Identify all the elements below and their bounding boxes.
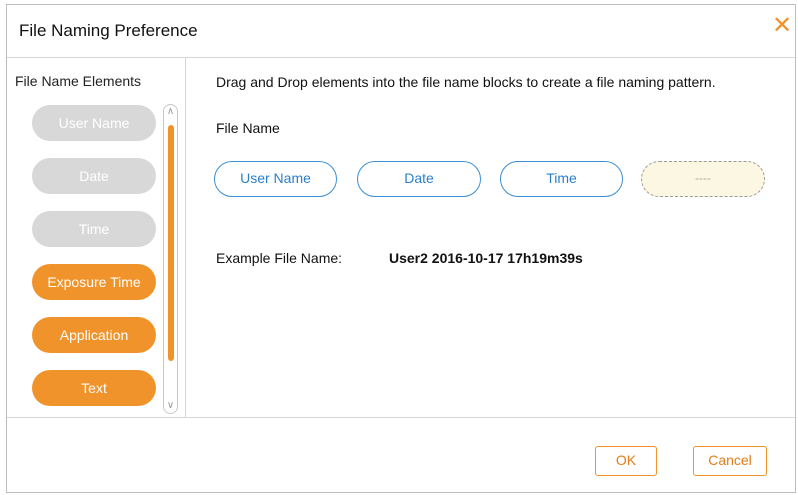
file-name-block-empty[interactable]: ----	[641, 161, 765, 197]
cancel-button[interactable]: Cancel	[693, 446, 767, 476]
file-name-block-time[interactable]: Time	[500, 161, 623, 197]
scroll-up-icon[interactable]: ∧	[164, 105, 177, 119]
dialog-footer: OK Cancel	[7, 417, 795, 492]
file-name-block-user-name[interactable]: User Name	[214, 161, 337, 197]
element-application[interactable]: Application	[32, 317, 156, 353]
scrollbar-thumb[interactable]	[168, 125, 174, 361]
instruction-text: Drag and Drop elements into the file nam…	[216, 74, 716, 90]
file-name-elements-panel: File Name Elements User Name Date Time E…	[7, 58, 186, 417]
file-naming-dialog: File Naming Preference ✕ File Name Eleme…	[6, 4, 796, 493]
element-time: Time	[32, 211, 156, 247]
element-date: Date	[32, 158, 156, 194]
elements-scrollbar[interactable]: ∧ ∨	[163, 104, 178, 414]
file-name-elements-header: File Name Elements	[15, 73, 142, 89]
file-name-builder-panel: Drag and Drop elements into the file nam…	[186, 58, 795, 417]
example-file-name-value: User2 2016-10-17 17h19m39s	[389, 250, 583, 266]
dialog-title: File Naming Preference	[19, 21, 198, 40]
file-name-block-date[interactable]: Date	[357, 161, 481, 197]
element-exposure-time[interactable]: Exposure Time	[32, 264, 156, 300]
dialog-titlebar: File Naming Preference ✕	[7, 5, 795, 58]
element-text[interactable]: Text	[32, 370, 156, 406]
scroll-down-icon[interactable]: ∨	[164, 399, 177, 413]
example-file-name-label: Example File Name:	[216, 250, 343, 266]
element-user-name: User Name	[32, 105, 156, 141]
ok-button[interactable]: OK	[595, 446, 657, 476]
close-icon[interactable]: ✕	[769, 11, 795, 41]
file-name-label: File Name	[216, 120, 280, 136]
